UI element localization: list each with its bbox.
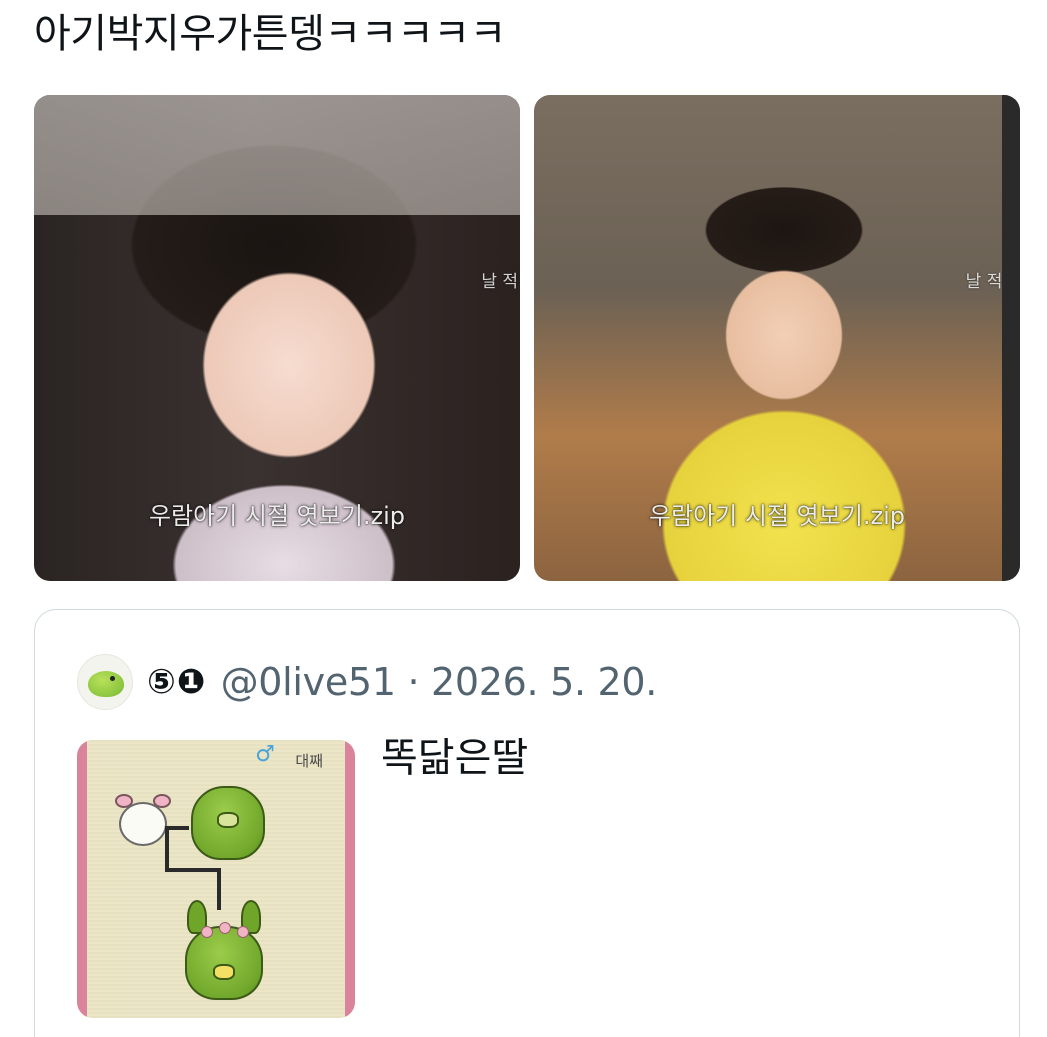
green-child-sprite: [179, 900, 269, 1004]
tweet-page: 아기박지우가튼뎅ㅋㅋㅋㅋㅋ 날 적 우람아기 시절 엿보기.zip 날 적바 우…: [0, 0, 1047, 1037]
screen-label: 대째: [295, 752, 323, 770]
photo-watermark: 날 적바: [965, 272, 1018, 292]
character-beak: [217, 812, 239, 828]
photo-watermark: 날 적: [481, 272, 518, 292]
green-parent-sprite: [187, 782, 269, 866]
character-head: [119, 802, 167, 846]
tweet-media-grid: 날 적 우람아기 시절 엿보기.zip 날 적바 우람아기 시절 엿보기.zip: [34, 95, 1020, 581]
character-beak: [213, 964, 235, 980]
tweet-photo-1[interactable]: 날 적 우람아기 시절 엿보기.zip: [34, 95, 520, 581]
flower-icon: [201, 926, 213, 938]
tweet-photo-2[interactable]: 날 적바 우람아기 시절 엿보기.zip: [534, 95, 1020, 581]
quoted-tweet-header: ⑤❶ @0live51 · 2026. 5. 20.: [77, 654, 657, 710]
quoted-handle-and-date[interactable]: @0live51 · 2026. 5. 20.: [221, 662, 658, 702]
avatar[interactable]: [77, 654, 133, 710]
photo-caption: 우람아기 시절 엿보기.zip: [648, 502, 906, 530]
flower-icon: [219, 922, 231, 934]
quoted-tweet-card[interactable]: ⑤❶ @0live51 · 2026. 5. 20. ♂ 대째 똑닮은딸: [34, 609, 1020, 1037]
photo-caption: 우람아기 시절 엿보기.zip: [148, 502, 406, 530]
green-chick-avatar-icon: [88, 671, 124, 697]
quoted-tweet-media[interactable]: ♂ 대째: [77, 740, 355, 1018]
white-character-sprite: [113, 794, 173, 856]
quoted-display-name[interactable]: ⑤❶: [147, 662, 207, 702]
flower-icon: [237, 926, 249, 938]
tweet-text: 아기박지우가튼뎅ㅋㅋㅋㅋㅋ: [34, 11, 506, 57]
game-screen: ♂ 대째: [77, 740, 355, 1018]
character-body: [185, 926, 263, 1000]
family-tree-line: [165, 868, 221, 872]
quoted-tweet-text: 똑닮은딸: [381, 735, 529, 781]
male-symbol-icon: ♂: [255, 742, 275, 767]
family-tree-line: [165, 826, 169, 870]
